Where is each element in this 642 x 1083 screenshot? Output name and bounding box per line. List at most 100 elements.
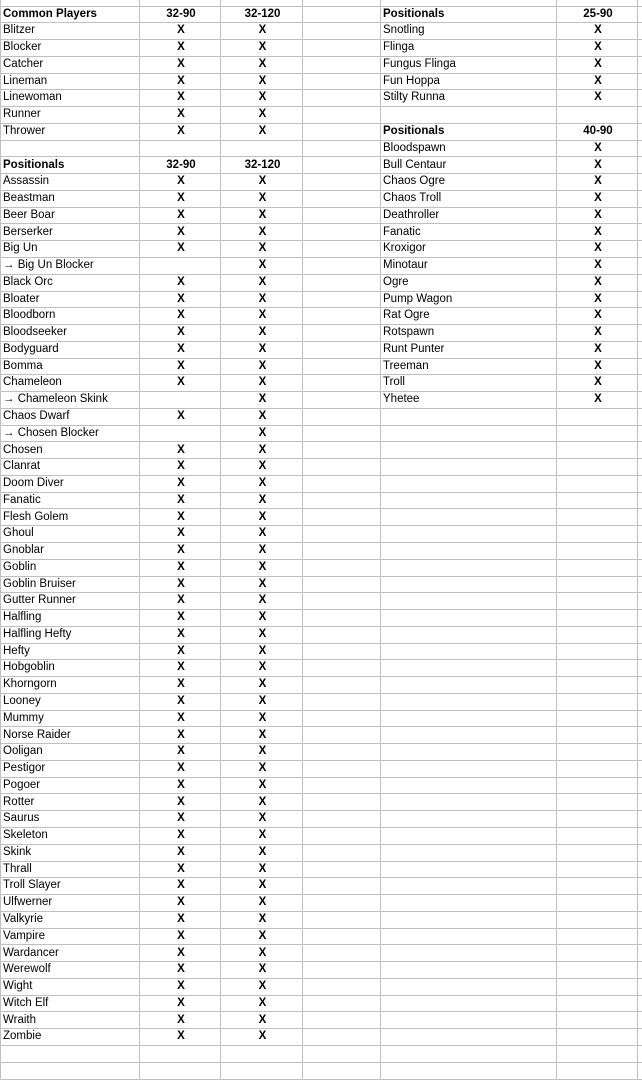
player-name[interactable]: Runner: [0, 106, 140, 124]
grid-cell-spacer[interactable]: [302, 508, 381, 527]
player-name[interactable]: Assassin: [0, 173, 140, 191]
player-name[interactable]: Gnoblar: [0, 542, 140, 560]
grid-cell-empty[interactable]: [380, 810, 557, 829]
player-name[interactable]: Rotspawn: [380, 324, 557, 342]
grid-cell-empty[interactable]: [556, 1061, 638, 1080]
check-mark-col-32-120[interactable]: X: [220, 72, 303, 91]
player-name-sub[interactable]: → Big Un Blocker: [0, 256, 140, 275]
grid-cell-edge[interactable]: [637, 374, 642, 393]
grid-cell-edge[interactable]: [637, 39, 642, 57]
check-mark-col-32-120[interactable]: X: [220, 223, 303, 242]
grid-cell-spacer[interactable]: [302, 357, 381, 376]
grid-cell-empty[interactable]: [556, 491, 638, 510]
check-mark-col-32-120[interactable]: X: [220, 39, 303, 57]
check-mark[interactable]: X: [556, 357, 638, 376]
grid-cell-spacer[interactable]: [302, 944, 381, 963]
grid-cell-empty[interactable]: [556, 944, 638, 963]
check-mark-col-32-120[interactable]: X: [220, 542, 303, 560]
grid-cell-spacer[interactable]: [302, 1011, 381, 1030]
grid-cell-empty[interactable]: [556, 961, 638, 979]
grid-cell-empty[interactable]: [380, 776, 557, 795]
player-name[interactable]: Big Un: [0, 240, 140, 258]
grid-cell-spacer[interactable]: [302, 575, 381, 594]
check-mark-col-32-120[interactable]: X: [220, 910, 303, 929]
player-name[interactable]: Chaos Troll: [380, 189, 557, 208]
player-name[interactable]: Lineman: [0, 72, 140, 91]
grid-cell-empty[interactable]: [380, 642, 557, 661]
grid-cell-empty[interactable]: [380, 542, 557, 560]
grid-cell-edge[interactable]: [637, 491, 642, 510]
check-mark-col-32-90[interactable]: X: [139, 39, 221, 57]
check-mark-col-32-90[interactable]: X: [139, 810, 221, 829]
grid-cell-empty[interactable]: [380, 927, 557, 946]
check-mark-col-32-90[interactable]: X: [139, 642, 221, 661]
grid-cell-empty[interactable]: [556, 625, 638, 644]
check-mark-col-32-120[interactable]: X: [220, 810, 303, 829]
player-name[interactable]: Hefty: [0, 642, 140, 661]
check-mark-col-32-90[interactable]: X: [139, 994, 221, 1013]
grid-cell-empty[interactable]: [380, 860, 557, 879]
player-name[interactable]: Berserker: [0, 223, 140, 242]
player-name[interactable]: Wardancer: [0, 944, 140, 963]
grid-cell-spacer[interactable]: [302, 843, 381, 862]
grid-cell-edge[interactable]: [637, 22, 642, 41]
grid-cell-spacer[interactable]: [302, 22, 381, 41]
grid-cell-empty[interactable]: [380, 458, 557, 476]
check-mark-col-32-90[interactable]: X: [139, 927, 221, 946]
grid-cell-edge[interactable]: [637, 759, 642, 778]
grid-cell-spacer[interactable]: [302, 1028, 381, 1046]
player-name[interactable]: Witch Elf: [0, 994, 140, 1013]
check-mark-col-32-120[interactable]: X: [220, 843, 303, 862]
grid-cell-empty[interactable]: [556, 1044, 638, 1063]
grid-cell-spacer[interactable]: [302, 307, 381, 326]
grid-cell-edge[interactable]: [637, 860, 642, 879]
grid-cell-spacer[interactable]: [302, 676, 381, 694]
player-name[interactable]: Fanatic: [380, 223, 557, 242]
grid-cell-spacer[interactable]: [302, 877, 381, 896]
check-mark-col-32-90[interactable]: X: [139, 441, 221, 460]
check-mark[interactable]: X: [556, 273, 638, 292]
grid-cell-spacer[interactable]: [302, 994, 381, 1013]
grid-cell-empty[interactable]: [380, 491, 557, 510]
check-mark-col-32-120[interactable]: X: [220, 173, 303, 191]
player-name[interactable]: Saurus: [0, 810, 140, 829]
grid-cell-edge[interactable]: [637, 776, 642, 795]
player-name[interactable]: Khorngorn: [0, 676, 140, 694]
check-mark-col-32-120[interactable]: X: [220, 206, 303, 225]
check-mark-col-32-90[interactable]: X: [139, 676, 221, 694]
grid-cell-empty[interactable]: [380, 1044, 557, 1063]
grid-cell-empty[interactable]: [556, 458, 638, 476]
grid-cell-edge[interactable]: [637, 676, 642, 694]
player-name[interactable]: Wight: [0, 977, 140, 996]
check-mark-col-32-90[interactable]: X: [139, 726, 221, 745]
grid-cell-spacer[interactable]: [302, 55, 381, 74]
grid-cell-edge[interactable]: [637, 106, 642, 124]
grid-cell-empty[interactable]: [220, 1061, 303, 1080]
grid-cell-empty[interactable]: [0, 1044, 140, 1063]
grid-cell-edge[interactable]: [637, 542, 642, 560]
grid-cell-spacer[interactable]: [302, 240, 381, 258]
check-mark-col-32-120[interactable]: X: [220, 642, 303, 661]
grid-cell-spacer[interactable]: [302, 5, 381, 24]
check-mark-col-32-90[interactable]: X: [139, 592, 221, 611]
player-name[interactable]: Looney: [0, 692, 140, 711]
check-mark[interactable]: X: [556, 223, 638, 242]
check-mark-col-32-120[interactable]: X: [220, 391, 303, 409]
player-name[interactable]: Black Orc: [0, 273, 140, 292]
check-mark-col-32-120[interactable]: X: [220, 474, 303, 493]
grid-cell-empty[interactable]: [556, 558, 638, 577]
player-name[interactable]: Halfling Hefty: [0, 625, 140, 644]
grid-cell-spacer[interactable]: [302, 810, 381, 829]
player-name[interactable]: Mummy: [0, 709, 140, 728]
grid-cell-spacer[interactable]: [302, 525, 381, 543]
check-mark[interactable]: X: [556, 340, 638, 359]
grid-cell-empty[interactable]: [556, 860, 638, 879]
check-mark-col-32-120[interactable]: X: [220, 726, 303, 745]
player-name[interactable]: Werewolf: [0, 961, 140, 979]
check-mark-col-32-90[interactable]: X: [139, 961, 221, 979]
grid-cell-empty[interactable]: [0, 1061, 140, 1080]
grid-cell-edge[interactable]: [637, 391, 642, 409]
grid-cell-empty[interactable]: [556, 424, 638, 443]
player-name[interactable]: Bull Centaur: [380, 156, 557, 175]
check-mark-col-32-90[interactable]: X: [139, 307, 221, 326]
